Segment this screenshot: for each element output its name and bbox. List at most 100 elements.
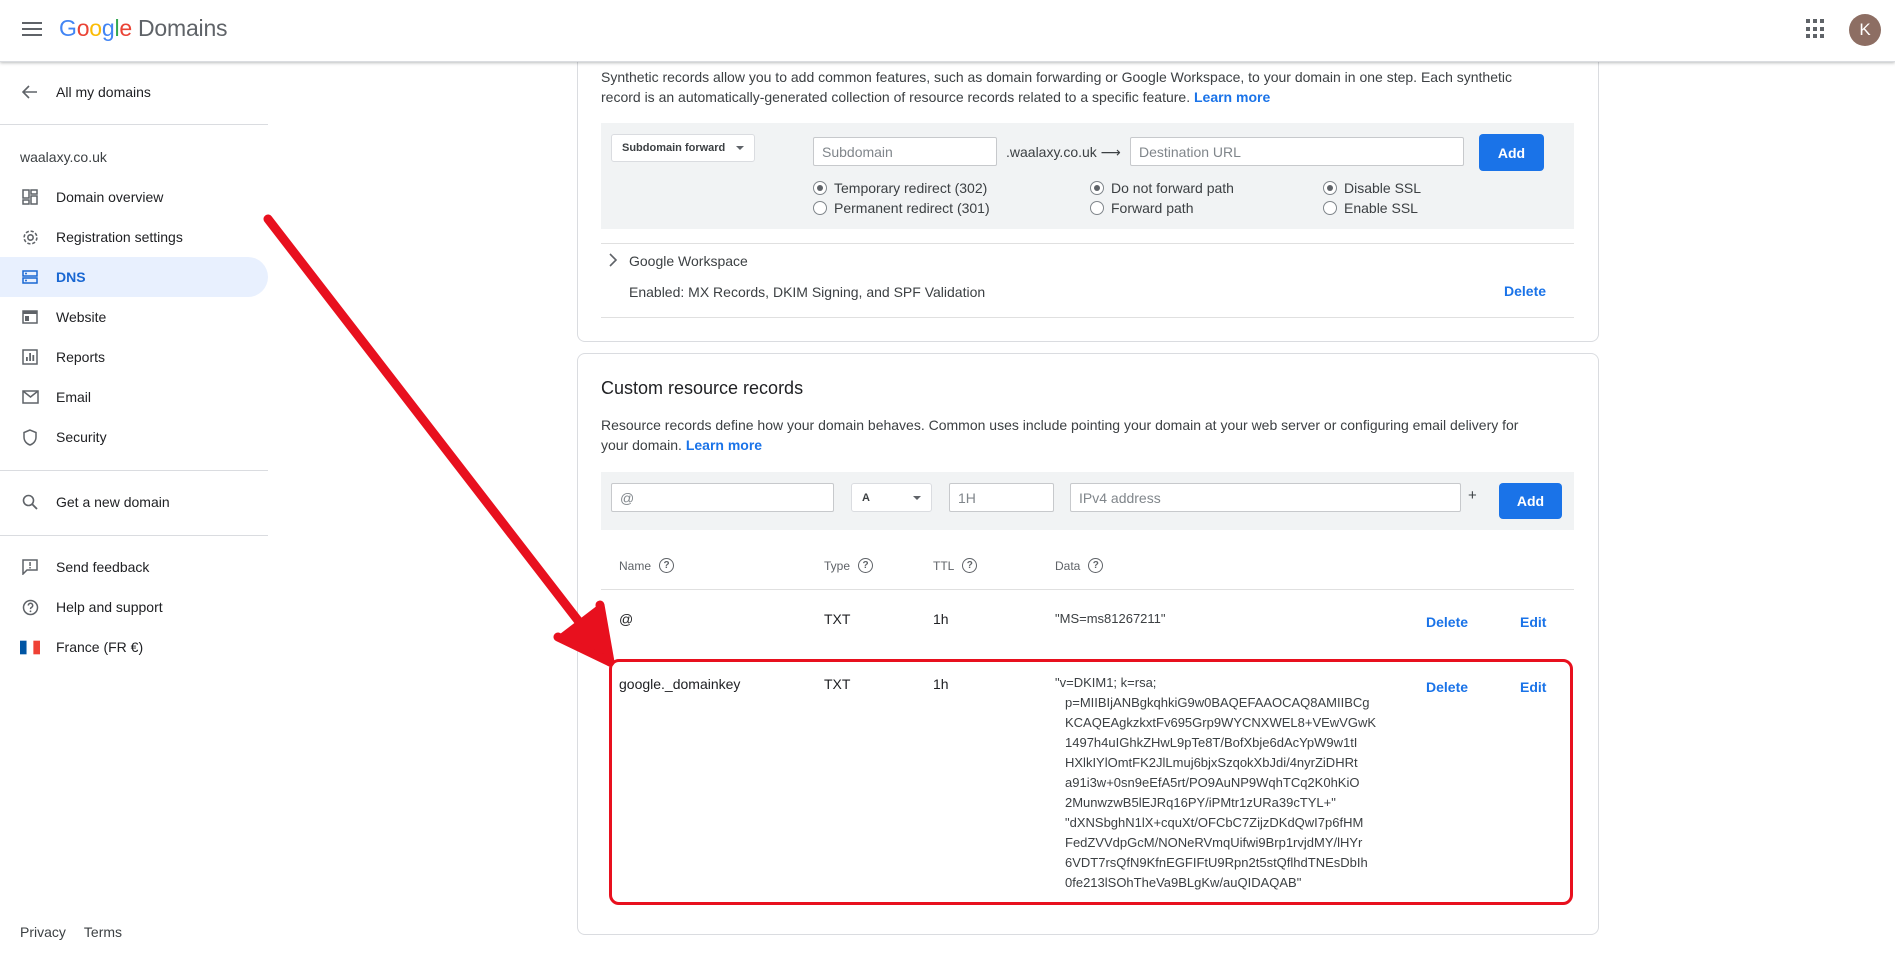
get-domain-label: Get a new domain [56,494,170,510]
region-selector[interactable]: France (FR €) [0,627,268,667]
custom-add-button[interactable]: Add [1499,483,1562,519]
help-support-link[interactable]: Help and support [0,587,268,627]
radio-temporary-redirect[interactable]: Temporary redirect (302) [813,180,987,196]
sidebar-item-label: DNS [56,269,86,285]
radio-selected-icon [1090,181,1104,195]
name-placeholder: @ [620,489,635,506]
radio-permanent-redirect[interactable]: Permanent redirect (301) [813,200,990,216]
record-type-select[interactable]: A [851,483,932,512]
subdomain-placeholder: Subdomain [822,143,893,160]
custom-desc-line: your domain. [601,437,682,453]
record-name-input[interactable]: @ [611,483,834,512]
terms-link[interactable]: Terms [84,924,122,940]
app-header: Google Domains K [0,0,1895,62]
sidebar: All my domains waalaxy.co.uk Domain over… [0,62,270,963]
synthetic-description: Synthetic records allow you to add commo… [601,67,1591,107]
sidebar-item-registration-settings[interactable]: Registration settings [0,217,268,257]
logo-letter: G [59,15,77,41]
synthetic-type-value: Subdomain forward [622,142,726,154]
workspace-title[interactable]: Google Workspace [629,251,748,271]
sidebar-item-dns[interactable]: DNS [0,257,268,297]
radio-selected-icon [813,181,827,195]
radio-label: Temporary redirect (302) [834,180,988,196]
synthetic-desc-line: Synthetic records allow you to add commo… [601,69,1512,85]
help-icon [20,597,40,617]
help-icon[interactable]: ? [962,558,978,573]
workspace-delete-button[interactable]: Delete [1504,283,1546,299]
get-new-domain-link[interactable]: Get a new domain [0,482,268,522]
radio-forward-path[interactable]: Forward path [1090,200,1193,216]
radio-do-not-forward-path[interactable]: Do not forward path [1090,180,1234,196]
feedback-icon [20,557,40,577]
sidebar-item-reports[interactable]: Reports [0,337,268,377]
reports-icon [20,347,40,367]
data-placeholder: IPv4 address [1079,489,1161,506]
subdomain-input[interactable]: Subdomain [813,137,997,166]
custom-records-title: Custom resource records [601,378,804,398]
synthetic-add-button[interactable]: Add [1479,134,1544,171]
record-data-input[interactable]: IPv4 address [1070,483,1461,512]
radio-enable-ssl[interactable]: Enable SSL [1323,200,1418,216]
help-label: Help and support [56,599,163,615]
destination-url-input[interactable]: Destination URL [1130,137,1464,166]
gear-icon [20,227,40,247]
column-header-data: Data ? [1055,558,1104,573]
sidebar-item-domain-overview[interactable]: Domain overview [0,177,268,217]
logo-letter: g [101,15,115,41]
synthetic-desc-line: record is an automatically-generated col… [601,89,1191,105]
sidebar-item-email[interactable]: Email [0,377,268,417]
sidebar-item-label: Website [56,309,107,325]
back-label: All my domains [56,84,151,100]
column-header-type: Type ? [824,558,874,573]
avatar[interactable]: K [1849,14,1881,46]
record-name-cell: @ [619,611,634,627]
sidebar-item-label: Registration settings [56,229,183,245]
destination-placeholder: Destination URL [1139,143,1241,160]
hamburger-icon[interactable] [20,18,44,42]
add-data-plus-button[interactable]: + [1468,486,1477,506]
domain-suffix: .waalaxy.co.uk ⟶ [1006,144,1121,160]
sidebar-item-security[interactable]: Security [0,417,268,457]
divider [0,470,268,471]
apps-grid-icon[interactable] [1806,19,1826,39]
back-to-domains-link[interactable]: All my domains [0,72,268,112]
record-type-value: A [862,491,870,504]
feedback-label: Send feedback [56,559,150,575]
ttl-placeholder: 1H [958,489,976,506]
column-header-name: Name ? [619,558,675,573]
column-header-ttl: TTL ? [933,558,978,573]
search-icon [20,492,40,512]
record-data-cell: "MS=ms81267211" [1055,611,1166,626]
divider [601,317,1574,318]
footer-links: Privacy Terms [20,924,122,940]
website-icon [20,307,40,327]
divider [0,535,268,536]
highlight-box [609,659,1573,905]
column-label: Name [619,558,652,573]
help-icon[interactable]: ? [1088,558,1104,573]
chevron-right-icon[interactable] [608,253,620,269]
radio-unselected-icon [1323,201,1337,215]
edit-record-button[interactable]: Edit [1520,614,1546,630]
france-flag-icon [20,637,40,657]
delete-record-button[interactable]: Delete [1426,614,1468,630]
column-label: Data [1055,558,1081,573]
learn-more-link[interactable]: Learn more [686,437,762,453]
radio-label: Enable SSL [1344,200,1418,216]
radio-unselected-icon [1090,201,1104,215]
sidebar-item-label: Security [56,429,107,445]
radio-disable-ssl[interactable]: Disable SSL [1323,180,1421,196]
column-label: TTL [933,558,955,573]
radio-selected-icon [1323,181,1337,195]
ttl-input[interactable]: 1H [949,483,1054,512]
help-icon[interactable]: ? [659,558,675,573]
radio-label: Permanent redirect (301) [834,200,990,216]
send-feedback-link[interactable]: Send feedback [0,547,268,587]
google-domains-logo[interactable]: Google Domains [59,15,228,42]
synthetic-type-select[interactable]: Subdomain forward [611,134,755,162]
learn-more-link[interactable]: Learn more [1194,89,1270,105]
help-icon[interactable]: ? [858,558,874,573]
logo-letter: e [119,15,132,41]
privacy-link[interactable]: Privacy [20,924,66,940]
sidebar-item-website[interactable]: Website [0,297,268,337]
